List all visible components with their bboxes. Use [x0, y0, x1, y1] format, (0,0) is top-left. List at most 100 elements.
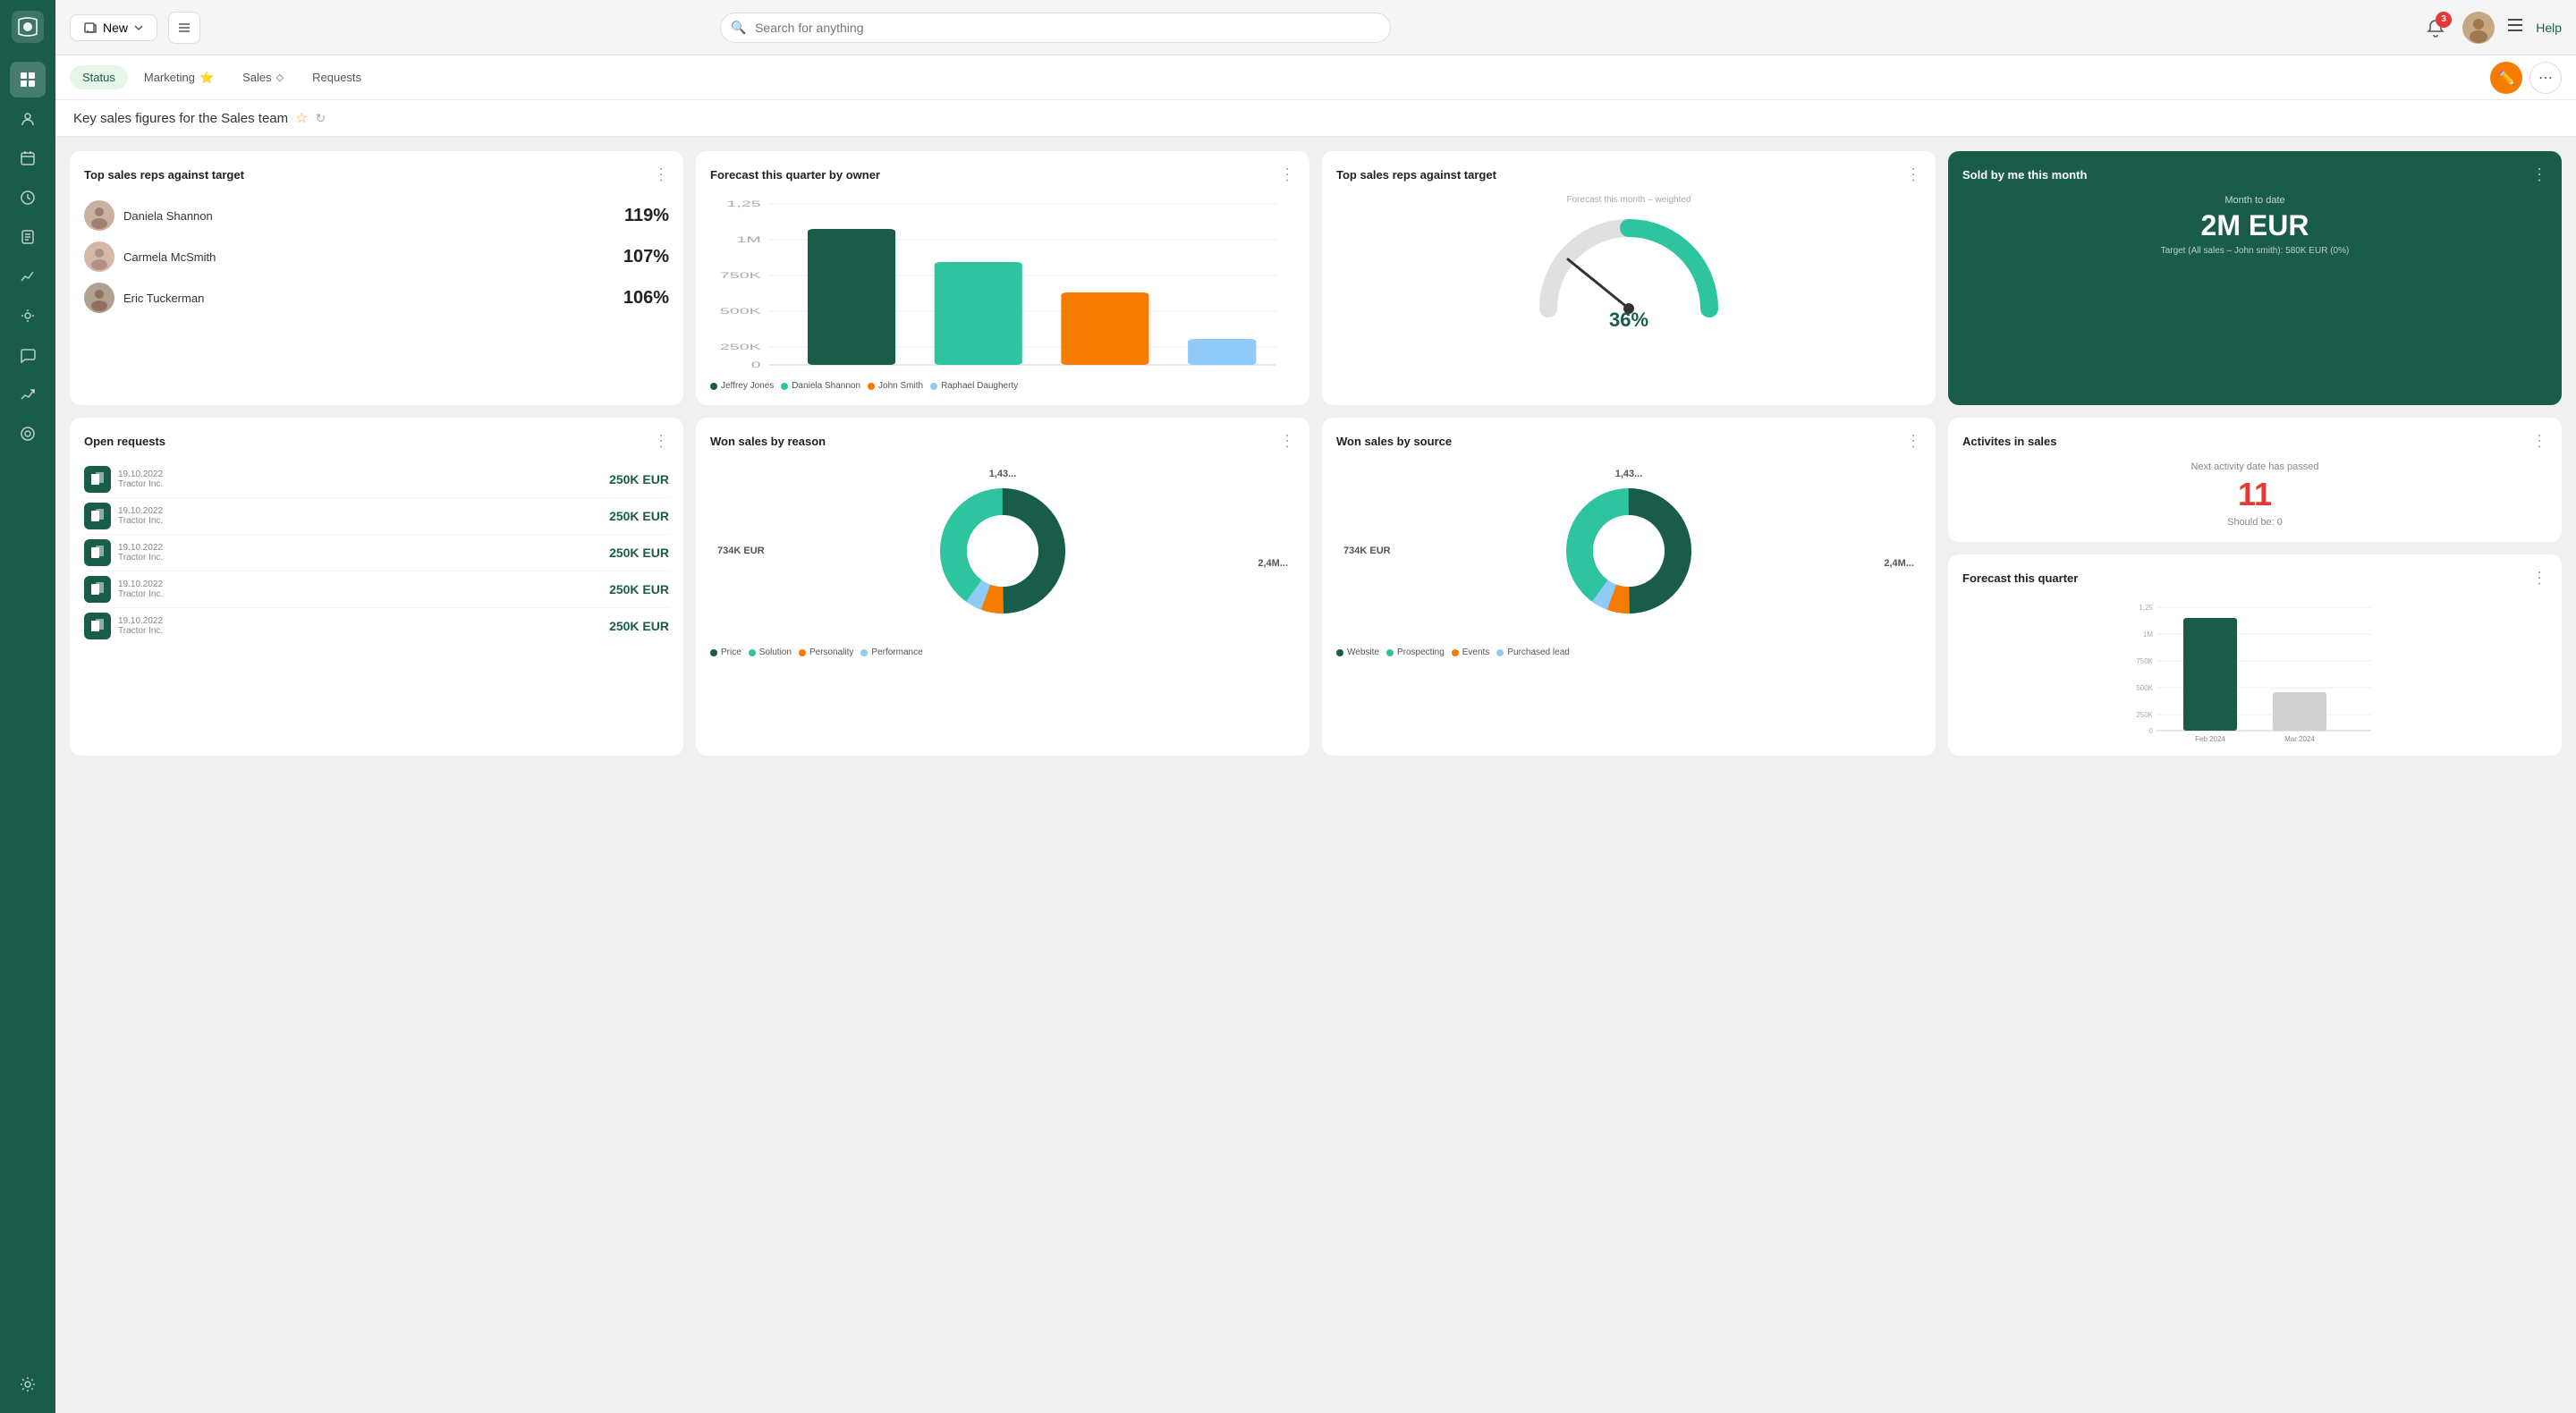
won-reason-legend: Price Solution Personality Performance [710, 647, 1295, 657]
gauge-pct: 36% [1609, 309, 1648, 332]
request-amount: 250K EUR [609, 472, 669, 487]
svg-text:Feb 2024: Feb 2024 [2195, 735, 2225, 741]
request-date: 19.10.2022 [118, 616, 602, 626]
sidebar-item-tasks[interactable] [10, 219, 46, 255]
donut-label-right: 2,4M... [1258, 558, 1288, 569]
svg-text:250K: 250K [2136, 711, 2153, 719]
help-link[interactable]: Help [2536, 21, 2562, 35]
sidebar-item-chat[interactable] [10, 337, 46, 373]
top-reps-gauge-card: Top sales reps against target ⋮ Forecast… [1322, 151, 1936, 405]
sidebar-item-deals[interactable] [10, 180, 46, 216]
sold-this-month-card: Sold by me this month ⋮ Month to date 2M… [1948, 151, 2562, 405]
sidebar-item-contacts[interactable] [10, 101, 46, 137]
tab-requests[interactable]: Requests [300, 65, 374, 89]
rep-name: Eric Tuckerman [123, 292, 614, 305]
tab-marketing[interactable]: Marketing ⭐ [131, 65, 226, 90]
sidebar-item-settings[interactable] [10, 1366, 46, 1402]
top-reps-title: Top sales reps against target [84, 168, 244, 182]
header: New 🔍 3 Help [55, 0, 2576, 55]
source-label-right: 2,4M... [1884, 558, 1914, 569]
svg-text:250K: 250K [720, 343, 761, 351]
won-reason-chart: 734K EUR 1,43... 2,4M... [710, 461, 1295, 640]
request-icon [84, 576, 111, 603]
sold-date-label: Month to date [1962, 195, 2547, 206]
activities-card: Activites in sales ⋮ Next activity date … [1948, 418, 2562, 542]
main-content: New 🔍 3 Help Status [55, 0, 2576, 1413]
request-company: Tractor Inc. [118, 553, 602, 563]
svg-text:1M: 1M [2143, 630, 2153, 639]
sidebar-item-campaigns[interactable] [10, 298, 46, 334]
rep-pct: 119% [624, 206, 669, 226]
forecast-quarter-chart: 1,25 1M 750K 500K 250K 0 Feb 2024 Mar 20… [1962, 598, 2547, 741]
edit-button[interactable]: ✏️ [2490, 62, 2522, 94]
rep-pct: 106% [623, 288, 669, 309]
forecast-legend: Jeffrey Jones Daniela Shannon John Smith… [710, 381, 1295, 391]
dashboard: Top sales reps against target ⋮ Daniela … [55, 137, 2576, 770]
request-row: 19.10.2022 Tractor Inc. 250K EUR [84, 498, 669, 535]
header-right: 3 Help [2419, 12, 2562, 44]
svg-text:1,25: 1,25 [2139, 604, 2153, 612]
request-icon [84, 466, 111, 493]
sold-amount: 2M EUR [1962, 209, 2547, 242]
refresh-icon[interactable]: ↻ [315, 111, 326, 126]
notifications-button[interactable]: 3 [2419, 12, 2452, 44]
search-input[interactable] [720, 13, 1391, 43]
sold-menu[interactable]: ⋮ [2531, 165, 2547, 184]
view-toggle-button[interactable] [168, 12, 200, 44]
won-source-chart: 734K EUR 1,43... 2,4M... [1336, 461, 1921, 640]
request-icon [84, 503, 111, 529]
svg-text:500K: 500K [720, 307, 761, 316]
sidebar-item-analytics[interactable] [10, 377, 46, 412]
svg-text:750K: 750K [720, 271, 761, 280]
new-button-label: New [103, 21, 128, 35]
sidebar-item-dashboard[interactable] [10, 62, 46, 97]
forecast-by-owner-card: Forecast this quarter by owner ⋮ 1,25 1M… [696, 151, 1309, 405]
activities-subtitle: Next activity date has passed [1962, 461, 2547, 472]
sold-target: Target (All sales – John smith): 580K EU… [1962, 246, 2547, 256]
activities-menu[interactable]: ⋮ [2531, 432, 2547, 451]
gauge-subtitle: Forecast this month – weighted [1567, 195, 1691, 205]
request-amount: 250K EUR [609, 619, 669, 633]
sidebar-item-calendar[interactable] [10, 140, 46, 176]
avatar[interactable] [2462, 12, 2495, 44]
request-date: 19.10.2022 [118, 543, 602, 553]
tab-status[interactable]: Status [70, 65, 128, 89]
forecast-quarter-card: Forecast this quarter ⋮ 1,25 1M 750K [1948, 554, 2562, 756]
request-row: 19.10.2022 Tractor Inc. 250K EUR [84, 608, 669, 644]
won-by-reason-card: Won sales by reason ⋮ 734K EUR 1,43... 2… [696, 418, 1309, 756]
svg-text:0: 0 [751, 360, 761, 369]
tab-sales[interactable]: Sales ◇ [230, 65, 296, 89]
top-reps-card: Top sales reps against target ⋮ Daniela … [70, 151, 683, 405]
svg-text:1,25: 1,25 [727, 199, 761, 208]
gauge-chart: Forecast this month – weighted 36% [1336, 195, 1921, 332]
rep-avatar [84, 200, 114, 231]
request-amount: 250K EUR [609, 582, 669, 597]
request-date: 19.10.2022 [118, 470, 602, 479]
sidebar-item-forecasting[interactable] [10, 258, 46, 294]
requests-menu[interactable]: ⋮ [653, 432, 669, 451]
request-row: 19.10.2022 Tractor Inc. 250K EUR [84, 535, 669, 571]
svg-text:1M: 1M [736, 235, 760, 244]
gauge-title: Top sales reps against target [1336, 168, 1496, 182]
favorite-icon[interactable]: ☆ [295, 109, 308, 127]
request-company: Tractor Inc. [118, 516, 602, 526]
won-source-legend: Website Prospecting Events Purchased lea… [1336, 647, 1921, 657]
more-options-button[interactable]: ⋯ [2529, 62, 2562, 94]
new-button[interactable]: New [70, 14, 157, 41]
svg-text:Mar 2024: Mar 2024 [2284, 735, 2315, 741]
forecast-quarter-menu[interactable]: ⋮ [2531, 569, 2547, 588]
top-reps-menu[interactable]: ⋮ [653, 165, 669, 184]
won-by-source-card: Won sales by source ⋮ 734K EUR 1,43... 2… [1322, 418, 1936, 756]
forecast-menu[interactable]: ⋮ [1279, 165, 1295, 184]
won-reason-menu[interactable]: ⋮ [1279, 432, 1295, 451]
won-source-menu[interactable]: ⋮ [1905, 432, 1921, 451]
activities-title: Activites in sales [1962, 435, 2057, 448]
source-label-top: 1,43... [1615, 469, 1643, 479]
menu-button[interactable] [2505, 15, 2525, 40]
sidebar-item-goals[interactable] [10, 416, 46, 452]
sidebar [0, 0, 55, 1413]
rep-row: Daniela Shannon 119% [84, 195, 669, 236]
gauge-menu[interactable]: ⋮ [1905, 165, 1921, 184]
request-row: 19.10.2022 Tractor Inc. 250K EUR [84, 461, 669, 498]
logo [12, 11, 44, 46]
